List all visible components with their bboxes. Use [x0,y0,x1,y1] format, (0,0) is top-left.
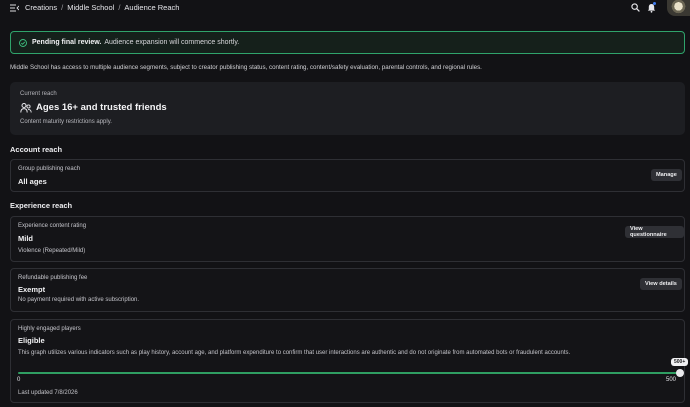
breadcrumb-separator: / [118,3,121,12]
engaged-players-slider-tooltip: 500+ [671,358,689,366]
engaged-players-slider-track [18,372,680,374]
check-circle-icon [19,38,27,47]
manage-button[interactable]: Manage [651,169,682,181]
engaged-players-label: Highly engaged players [18,326,81,332]
publishing-fee-label: Refundable publishing fee [18,275,88,281]
publishing-fee-value: Exempt [18,285,46,294]
breadcrumb-separator: / [61,3,64,12]
engaged-players-value: Eligible [18,336,45,345]
status-banner: Pending final review. Audience expansion… [10,31,685,54]
publishing-fee-note: No payment required with active subscrip… [18,297,140,303]
page-description: Middle School has access to multiple aud… [10,64,482,71]
view-details-button[interactable]: View details [640,278,682,290]
view-questionnaire-button[interactable]: View questionnaire [625,226,684,238]
banner-title: Pending final review. [32,39,102,46]
breadcrumb-creations[interactable]: Creations [25,3,57,12]
avatar[interactable] [667,0,690,16]
top-bar: Creations / Middle School / Audience Rea… [0,0,690,16]
menu-icon[interactable] [10,4,19,12]
last-updated-text: Last updated 7/8/2026 [18,390,78,396]
slider-min-label: 0 [17,377,21,383]
content-rating-label: Experience content rating [18,223,87,229]
group-publishing-label: Group publishing reach [18,166,81,172]
current-reach-label: Current reach [20,91,57,97]
section-heading-experience-reach: Experience reach [10,201,73,210]
search-icon[interactable] [631,3,640,12]
content-rating-value: Mild [18,234,33,243]
publishing-fee-card: Refundable publishing fee Exempt No paym… [10,268,685,312]
slider-max-label: 500 [666,377,677,383]
engaged-players-card: Highly engaged players Eligible This gra… [10,319,689,403]
engaged-players-slider-knob[interactable] [676,369,684,377]
engaged-players-note: This graph utilizes various indicators s… [18,350,571,356]
group-publishing-card: Group publishing reach All ages Manage [10,159,685,192]
people-icon [20,103,32,113]
current-reach-title: Ages 16+ and trusted friends [36,102,167,113]
breadcrumb-current: Audience Reach [124,3,180,12]
section-heading-account-reach: Account reach [10,145,63,154]
content-rating-card: Experience content rating Mild Violence … [10,216,685,262]
banner-text: Audience expansion will commence shortly… [104,39,240,46]
breadcrumb-experience[interactable]: Middle School [67,3,114,12]
notification-dot [653,2,656,5]
group-publishing-value: All ages [18,177,47,186]
current-reach-card: Current reach Ages 16+ and trusted frien… [10,82,685,135]
breadcrumb: Creations / Middle School / Audience Rea… [25,3,179,12]
content-rating-note: Violence (Repeated/Mild) [18,248,86,254]
current-reach-subtitle: Content maturity restrictions apply. [20,119,112,125]
